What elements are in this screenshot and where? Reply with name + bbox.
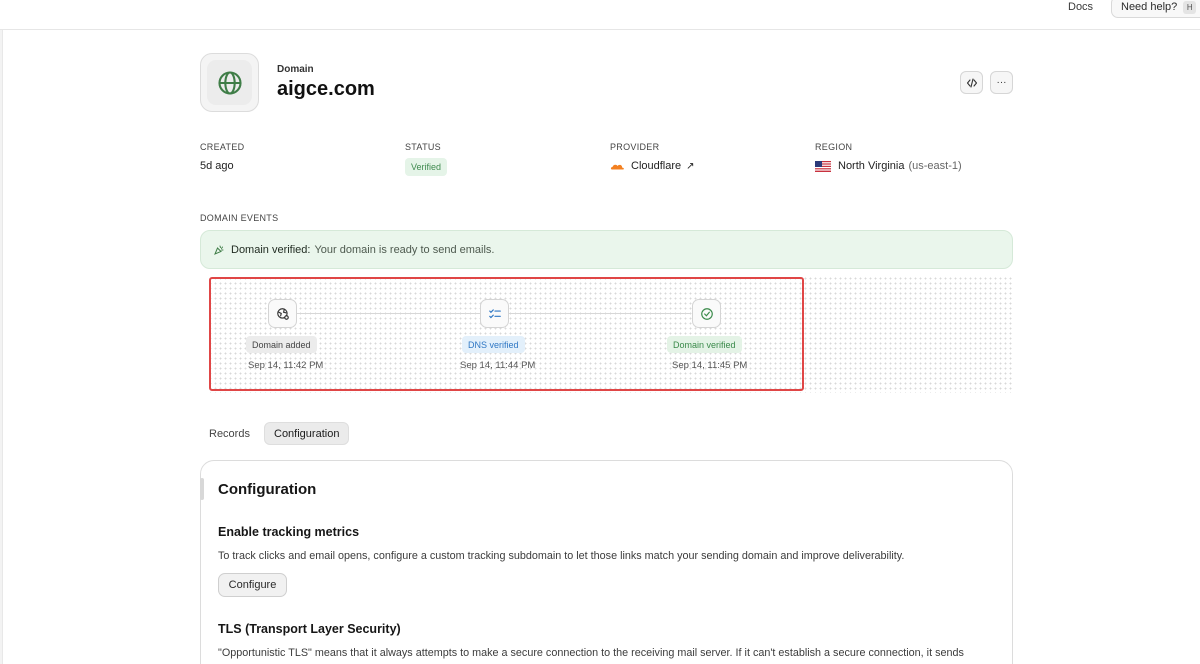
created-label: CREATED — [200, 142, 245, 152]
tls-heading: TLS (Transport Layer Security) — [218, 622, 401, 636]
step-label-dns-verified: DNS verified — [462, 336, 525, 353]
step-time-dns-verified: Sep 14, 11:44 PM — [460, 360, 536, 371]
region-label: REGION — [815, 142, 853, 152]
code-icon — [966, 77, 977, 88]
need-help-button[interactable]: Need help? H — [1111, 0, 1200, 18]
docs-link[interactable]: Docs — [1068, 1, 1093, 13]
more-icon: ··· — [996, 77, 1007, 88]
page-title: aigce.com — [277, 78, 375, 100]
step-time-domain-verified: Sep 14, 11:45 PM — [672, 360, 748, 371]
configure-button[interactable]: Configure — [218, 573, 287, 597]
step-time-domain-added: Sep 14, 11:42 PM — [248, 360, 324, 371]
domain-verified-banner: Domain verified: Your domain is ready to… — [200, 230, 1013, 269]
provider-label: PROVIDER — [610, 142, 660, 152]
status-badge: Verified — [405, 158, 448, 176]
more-button[interactable]: ··· — [990, 71, 1013, 94]
configuration-title: Configuration — [218, 481, 317, 498]
help-shortcut-key: H — [1183, 0, 1197, 14]
tracking-heading: Enable tracking metrics — [218, 525, 360, 539]
celebrate-icon — [214, 245, 224, 255]
card-accent — [200, 478, 204, 500]
provider-value: Cloudflare — [631, 160, 682, 172]
step-node-domain-verified — [692, 299, 721, 328]
tls-description: "Opportunistic TLS" means that it always… — [218, 647, 964, 659]
banner-title: Domain verified: — [231, 243, 311, 256]
domain-events-label: DOMAIN EVENTS — [200, 213, 279, 223]
step-label-domain-added: Domain added — [246, 336, 317, 353]
us-flag-icon — [815, 160, 831, 172]
region-value: North Virginia (us-east-1) — [815, 160, 962, 172]
domain-eyebrow: Domain — [277, 64, 314, 75]
step-label-domain-verified: Domain verified — [667, 336, 742, 353]
tracking-description: To track clicks and email opens, configu… — [218, 550, 905, 562]
region-name: North Virginia — [838, 160, 905, 172]
domain-avatar — [200, 53, 259, 112]
external-link-icon: ↗ — [686, 160, 695, 172]
provider-link[interactable]: Cloudflare ↗ — [610, 160, 695, 172]
banner-message: Your domain is ready to send emails. — [314, 243, 495, 256]
step-node-dns-verified — [480, 299, 509, 328]
cloudflare-icon — [610, 164, 624, 169]
globe-gear-icon — [276, 307, 289, 320]
tab-configuration[interactable]: Configuration — [264, 422, 350, 445]
timeline-highlight — [209, 277, 804, 391]
tab-records[interactable]: Records — [200, 422, 259, 445]
check-circle-icon — [700, 307, 713, 320]
step-node-domain-added — [268, 299, 297, 328]
need-help-label: Need help? — [1121, 1, 1178, 13]
sidebar-edge — [0, 30, 3, 664]
status-label: STATUS — [405, 142, 441, 152]
region-code: (us-east-1) — [908, 160, 962, 172]
top-bar — [0, 0, 1200, 30]
created-value: 5d ago — [200, 160, 234, 172]
checklist-icon — [488, 308, 501, 318]
code-button[interactable] — [960, 71, 983, 94]
globe-icon — [217, 70, 242, 95]
